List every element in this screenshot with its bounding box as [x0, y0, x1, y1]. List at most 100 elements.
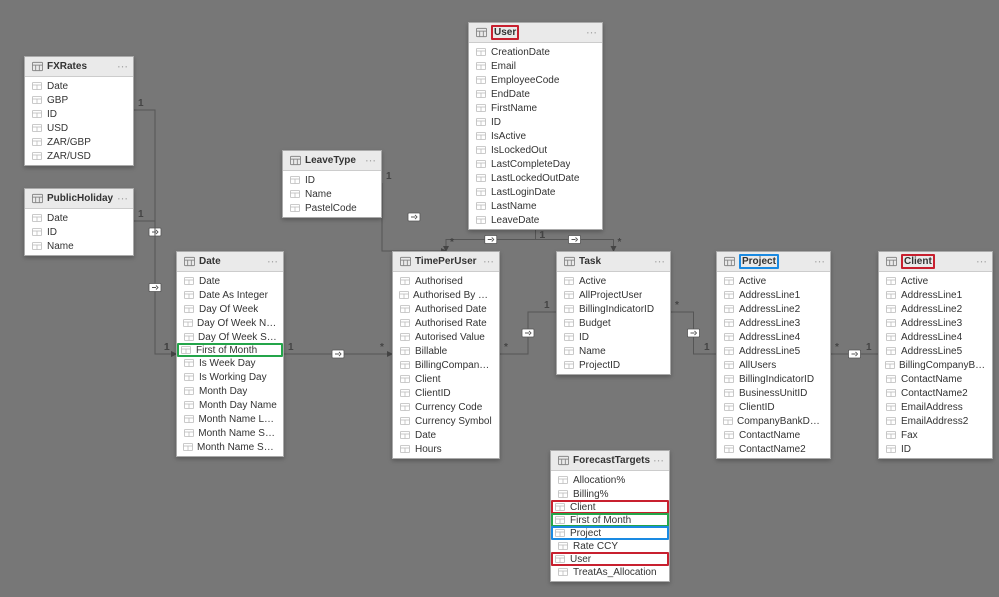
- field-row[interactable]: Name: [25, 239, 133, 253]
- field-row[interactable]: Currency Symbol: [393, 414, 499, 428]
- field-row[interactable]: AddressLine2: [717, 302, 830, 316]
- field-row[interactable]: Email: [469, 59, 602, 73]
- more-menu-icon[interactable]: ⋯: [654, 257, 666, 267]
- more-menu-icon[interactable]: ⋯: [653, 456, 665, 466]
- entity-forecasttargets[interactable]: ForecastTargets⋯Allocation%Billing%Clien…: [550, 450, 670, 582]
- field-row[interactable]: IsLockedOut: [469, 143, 602, 157]
- entity-leavetype[interactable]: LeaveType⋯IDNamePastelCode: [282, 150, 382, 218]
- entity-fxrates[interactable]: FXRates⋯DateGBPIDUSDZAR/GBPZAR/USD: [24, 56, 134, 166]
- entity-header[interactable]: LeaveType⋯: [283, 151, 381, 171]
- field-row[interactable]: BillingCompanyBankDeta...: [879, 358, 992, 372]
- field-row[interactable]: CreationDate: [469, 45, 602, 59]
- more-menu-icon[interactable]: ⋯: [814, 257, 826, 267]
- field-row[interactable]: Authorised By UserID: [393, 288, 499, 302]
- field-row[interactable]: BillingCompanyID: [393, 358, 499, 372]
- more-menu-icon[interactable]: ⋯: [483, 257, 495, 267]
- field-row[interactable]: AddressLine3: [717, 316, 830, 330]
- field-row[interactable]: Client: [393, 372, 499, 386]
- field-row[interactable]: Client: [551, 500, 669, 514]
- field-row[interactable]: ZAR/USD: [25, 149, 133, 163]
- field-row[interactable]: LastLockedOutDate: [469, 171, 602, 185]
- entity-publicholiday[interactable]: PublicHoliday⋯ DateIDName: [24, 188, 134, 256]
- more-menu-icon[interactable]: ⋯: [117, 62, 129, 72]
- field-row[interactable]: BillingIndicatorID: [717, 372, 830, 386]
- field-row[interactable]: Day Of Week Short: [177, 330, 283, 344]
- field-row[interactable]: Name: [557, 344, 670, 358]
- field-row[interactable]: Active: [717, 274, 830, 288]
- field-row[interactable]: Date: [177, 274, 283, 288]
- field-row[interactable]: Currency Code: [393, 400, 499, 414]
- field-row[interactable]: ContactName2: [717, 442, 830, 456]
- field-row[interactable]: ID: [283, 173, 381, 187]
- more-menu-icon[interactable]: ⋯: [976, 257, 988, 267]
- field-row[interactable]: ID: [469, 115, 602, 129]
- field-row[interactable]: ContactName: [879, 372, 992, 386]
- field-row[interactable]: Authorised Date: [393, 302, 499, 316]
- field-row[interactable]: USD: [25, 121, 133, 135]
- entity-header[interactable]: Task⋯: [557, 252, 670, 272]
- entity-header[interactable]: User⋯: [469, 23, 602, 43]
- entity-header[interactable]: ForecastTargets⋯: [551, 451, 669, 471]
- field-row[interactable]: FirstName: [469, 101, 602, 115]
- field-row[interactable]: GBP: [25, 93, 133, 107]
- field-row[interactable]: AllUsers: [717, 358, 830, 372]
- field-row[interactable]: BillingIndicatorID: [557, 302, 670, 316]
- field-row[interactable]: EmailAddress2: [879, 414, 992, 428]
- entity-client[interactable]: Client⋯ActiveAddressLine1AddressLine2Add…: [878, 251, 993, 459]
- field-row[interactable]: Hours: [393, 442, 499, 456]
- field-row[interactable]: AddressLine1: [879, 288, 992, 302]
- field-row[interactable]: EmployeeCode: [469, 73, 602, 87]
- field-row[interactable]: AddressLine1: [717, 288, 830, 302]
- field-row[interactable]: Project: [551, 526, 669, 540]
- field-row[interactable]: AllProjectUser: [557, 288, 670, 302]
- field-row[interactable]: ZAR/GBP: [25, 135, 133, 149]
- entity-project[interactable]: Project⋯ActiveAddressLine1AddressLine2Ad…: [716, 251, 831, 459]
- field-row[interactable]: ID: [25, 107, 133, 121]
- field-row[interactable]: AddressLine5: [717, 344, 830, 358]
- field-row[interactable]: ContactName2: [879, 386, 992, 400]
- field-row[interactable]: First of Month: [177, 343, 283, 357]
- field-row[interactable]: Authorised: [393, 274, 499, 288]
- field-row[interactable]: Authorised Rate: [393, 316, 499, 330]
- field-row[interactable]: User: [551, 552, 669, 566]
- field-row[interactable]: EndDate: [469, 87, 602, 101]
- field-row[interactable]: Month Name Short: [177, 426, 283, 440]
- field-row[interactable]: Month Day Name: [177, 398, 283, 412]
- field-row[interactable]: Date: [25, 211, 133, 225]
- field-row[interactable]: Date As Integer: [177, 288, 283, 302]
- entity-timeperuser[interactable]: TimePerUser⋯AuthorisedAuthorised By User…: [392, 251, 500, 459]
- field-row[interactable]: ID: [557, 330, 670, 344]
- field-row[interactable]: Is Working Day: [177, 370, 283, 384]
- field-row[interactable]: IsActive: [469, 129, 602, 143]
- field-row[interactable]: Date: [25, 79, 133, 93]
- entity-task[interactable]: Task⋯ActiveAllProjectUserBillingIndicato…: [556, 251, 671, 375]
- field-row[interactable]: Active: [879, 274, 992, 288]
- field-row[interactable]: Allocation%: [551, 473, 669, 487]
- field-row[interactable]: ID: [879, 442, 992, 456]
- entity-header[interactable]: Project⋯: [717, 252, 830, 272]
- field-row[interactable]: Fax: [879, 428, 992, 442]
- entity-header[interactable]: Client⋯: [879, 252, 992, 272]
- field-row[interactable]: Day Of Week: [177, 302, 283, 316]
- entity-header[interactable]: PublicHoliday⋯: [25, 189, 133, 209]
- field-row[interactable]: Month Name Short Year: [177, 440, 283, 454]
- more-menu-icon[interactable]: ⋯: [586, 28, 598, 38]
- field-row[interactable]: ContactName: [717, 428, 830, 442]
- field-row[interactable]: ClientID: [717, 400, 830, 414]
- more-menu-icon[interactable]: ⋯: [267, 257, 279, 267]
- field-row[interactable]: Date: [393, 428, 499, 442]
- field-row[interactable]: Month Day: [177, 384, 283, 398]
- field-row[interactable]: First of Month: [551, 513, 669, 527]
- field-row[interactable]: Month Name Long: [177, 412, 283, 426]
- field-row[interactable]: Billable: [393, 344, 499, 358]
- field-row[interactable]: ProjectID: [557, 358, 670, 372]
- field-row[interactable]: BusinessUnitID: [717, 386, 830, 400]
- field-row[interactable]: AddressLine2: [879, 302, 992, 316]
- entity-user[interactable]: User⋯ CreationDateEmailEmployeeCodeEndDat…: [468, 22, 603, 230]
- field-row[interactable]: PastelCode: [283, 201, 381, 215]
- field-row[interactable]: ID: [25, 225, 133, 239]
- field-row[interactable]: TreatAs_Allocation: [551, 565, 669, 579]
- field-row[interactable]: Autorised Value: [393, 330, 499, 344]
- field-row[interactable]: AddressLine4: [717, 330, 830, 344]
- field-row[interactable]: Rate CCY: [551, 539, 669, 553]
